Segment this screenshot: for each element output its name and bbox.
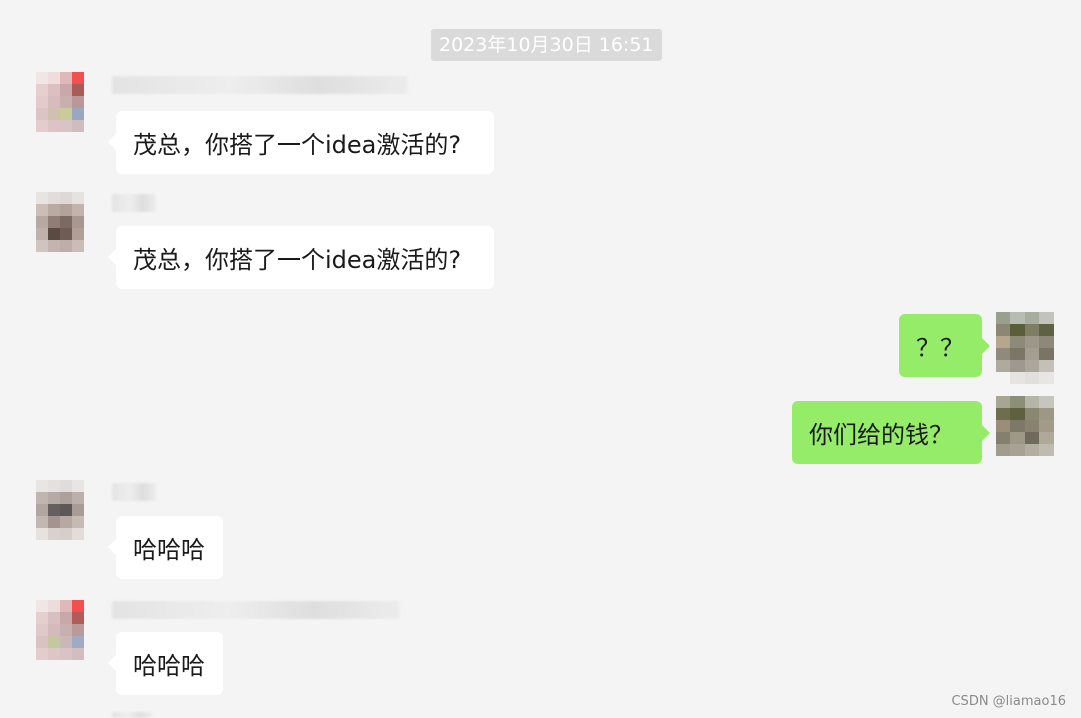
blurred-avatar-image	[36, 192, 96, 264]
message-bubble[interactable]: 茂总，你搭了一个idea激活的?	[108, 226, 494, 289]
avatar[interactable]	[36, 72, 96, 144]
avatar[interactable]	[996, 396, 1068, 468]
avatar[interactable]	[36, 192, 96, 264]
blurred-avatar-image	[36, 72, 96, 144]
sender-name	[112, 601, 400, 619]
sender-name	[112, 76, 408, 94]
blurred-avatar-image	[996, 396, 1068, 468]
sender-name	[112, 712, 152, 718]
message-timestamp: 2023年10月30日 16:51	[431, 29, 662, 61]
avatar[interactable]	[36, 480, 96, 552]
message-bubble[interactable]: 哈哈哈	[108, 632, 223, 695]
sender-name	[112, 194, 156, 212]
message-bubble[interactable]: 哈哈哈	[108, 516, 223, 579]
watermark: CSDN @liamao16	[951, 694, 1066, 709]
sender-name	[112, 483, 156, 501]
blurred-avatar-image	[36, 600, 96, 672]
message-bubble[interactable]: 茂总，你搭了一个idea激活的?	[108, 111, 494, 174]
blurred-avatar-image	[996, 312, 1068, 384]
message-bubble[interactable]: ？？	[899, 314, 990, 377]
avatar[interactable]	[36, 600, 96, 672]
avatar[interactable]	[996, 312, 1068, 384]
message-bubble[interactable]: 你们给的钱？	[792, 401, 990, 464]
blurred-avatar-image	[36, 480, 96, 552]
